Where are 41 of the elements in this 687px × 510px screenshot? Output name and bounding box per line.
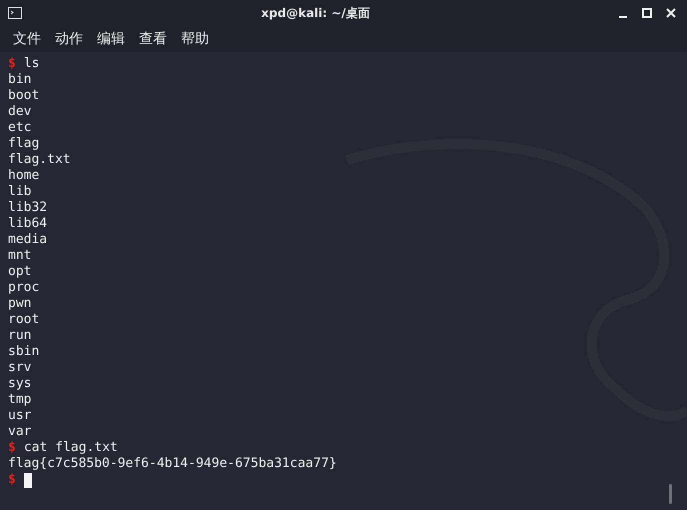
- minimize-icon: [619, 16, 627, 18]
- menu-item[interactable]: 查看: [139, 30, 167, 48]
- output-line: opt: [8, 264, 32, 280]
- menu-item[interactable]: 帮助: [181, 30, 209, 48]
- terminal-icon: [8, 7, 22, 19]
- close-icon: [666, 8, 676, 18]
- text-cursor: [24, 473, 32, 488]
- output-line: boot: [8, 88, 40, 104]
- output-line: lib: [8, 184, 32, 200]
- output-line: srv: [8, 360, 32, 376]
- output-line: home: [8, 168, 40, 184]
- output-line: etc: [8, 120, 32, 136]
- output-line: lib32: [8, 200, 48, 216]
- output-line: dev: [8, 104, 32, 120]
- output-line: run: [8, 328, 32, 344]
- output-line: bin: [8, 72, 32, 88]
- output-line: var: [8, 424, 32, 440]
- prompt-symbol: $: [8, 56, 16, 72]
- menu-item[interactable]: 文件: [13, 30, 41, 48]
- maximize-icon: [642, 8, 652, 18]
- scrollbar-thumb[interactable]: [669, 484, 672, 504]
- prompt-symbol: $: [8, 472, 16, 488]
- output-line: flag: [8, 136, 40, 152]
- output-line: proc: [8, 280, 40, 296]
- menu-item[interactable]: 动作: [55, 30, 83, 48]
- output-line: mnt: [8, 248, 32, 264]
- prompt-symbol: $: [8, 440, 16, 456]
- command-text: ls: [24, 56, 40, 72]
- output-line: tmp: [8, 392, 32, 408]
- output-line: pwn: [8, 296, 32, 312]
- output-line: root: [8, 312, 40, 328]
- command-text: cat flag.txt: [24, 440, 118, 456]
- output-line: usr: [8, 408, 32, 424]
- output-line: flag.txt: [8, 152, 71, 168]
- menu-item[interactable]: 编辑: [97, 30, 125, 48]
- window-title: xpd@kali: ~/桌面: [260, 4, 371, 22]
- output-line: flag{c7c585b0-9ef6-4b14-949e-675ba31caa77}: [8, 456, 337, 472]
- output-line: lib64: [8, 216, 48, 232]
- output-line: sys: [8, 376, 32, 392]
- output-line: media: [8, 232, 48, 248]
- output-line: sbin: [8, 344, 40, 360]
